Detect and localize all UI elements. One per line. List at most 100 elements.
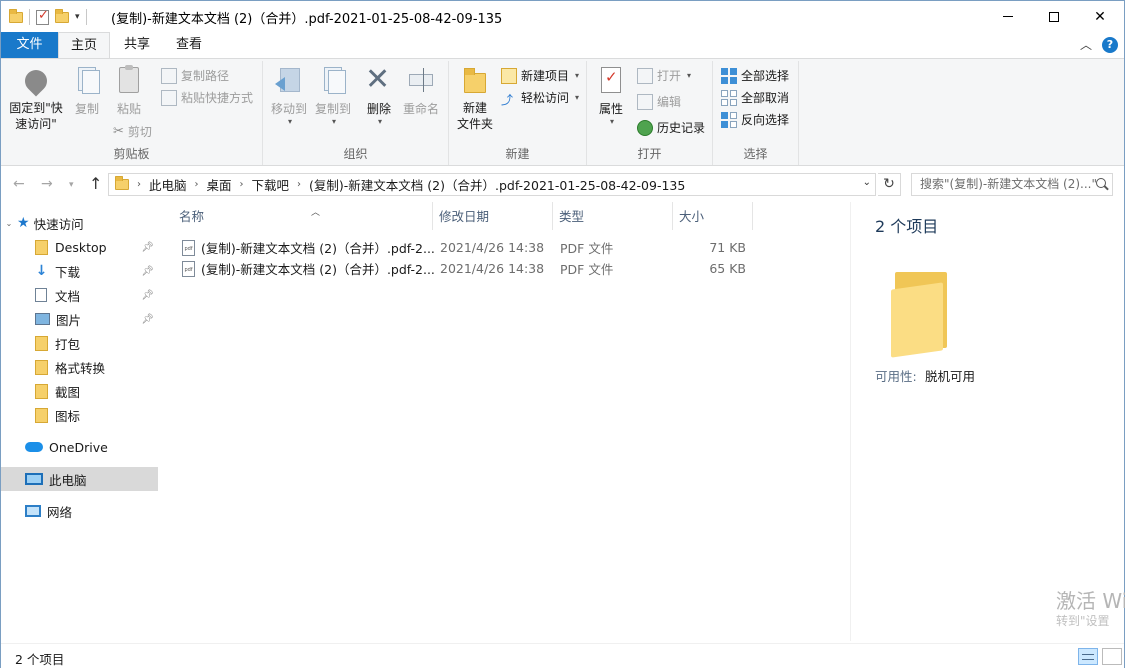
large-folder-icon [891, 272, 947, 358]
chevron-right-icon[interactable]: › [295, 179, 303, 190]
organize-group: 移动到 ▾ 复制到 ▾ ✕ 删除 ▾ 重命名 组织 [263, 61, 449, 165]
rename-button[interactable]: 重命名 [399, 65, 443, 117]
rename-label: 重命名 [402, 102, 439, 116]
nav-this-pc[interactable]: 此电脑 [1, 467, 158, 491]
back-arrow-icon[interactable]: ← [13, 176, 25, 192]
minimize-button[interactable] [985, 1, 1031, 32]
breadcrumb-downloads[interactable]: 下载吧 [246, 175, 296, 194]
help-icon[interactable]: ? [1102, 36, 1118, 53]
nav-onedrive[interactable]: OneDrive [1, 435, 158, 459]
move-to-label: 移动到 [270, 102, 307, 116]
chevron-right-icon[interactable]: › [193, 179, 201, 190]
folder-icon [35, 335, 48, 351]
breadcrumb-desktop[interactable]: 桌面 [201, 175, 238, 194]
new-folder-icon[interactable] [55, 8, 69, 23]
properties-icon[interactable] [36, 8, 49, 25]
search-input[interactable]: 搜索"(复制)-新建文本文档 (2)..." [911, 173, 1113, 196]
up-arrow-icon[interactable]: ↑ [89, 174, 102, 193]
column-header-type[interactable]: 类型 [553, 202, 673, 230]
rename-icon [409, 68, 433, 92]
chevron-down-icon[interactable]: ⌄ [1, 219, 17, 228]
file-name[interactable]: (复制)-新建文本文档 (2)（合并）.pdf-2... [201, 259, 439, 278]
tab-home[interactable]: 主页 [58, 32, 110, 59]
refresh-button[interactable]: ↻ [878, 173, 901, 196]
file-list: ︿ 名称 修改日期 类型 大小 pdf (复制)-新建文本文档 (2)（合并）.… [160, 202, 850, 641]
nav-network[interactable]: 网络 [1, 499, 158, 523]
column-header-date[interactable]: 修改日期 [433, 202, 553, 230]
close-button[interactable]: ✕ [1077, 1, 1123, 32]
breadcrumb-current-folder[interactable]: (复制)-新建文本文档 (2)（合并）.pdf-2021-01-25-08-42… [303, 175, 691, 194]
chevron-down-icon[interactable]: ⌄ [863, 177, 871, 188]
nav-item-icons[interactable]: 图标 [1, 403, 158, 427]
nav-item-desktop[interactable]: Desktop 📌︎ [1, 235, 158, 259]
select-group-label: 选择 [743, 147, 768, 161]
cut-button[interactable]: ✂ 剪切 [113, 122, 152, 142]
copy-to-button[interactable]: 复制到 ▾ [311, 65, 355, 126]
nav-item-dabao[interactable]: 打包 [1, 331, 158, 355]
address-bar[interactable]: › 此电脑 › 桌面 › 下载吧 › (复制)-新建文本文档 (2)（合并）.p… [108, 173, 876, 196]
breadcrumb-this-pc[interactable]: 此电脑 [143, 175, 193, 194]
copy-label: 复制 [74, 102, 99, 116]
easy-access-button[interactable]: ⤴ 轻松访问 ▾ [501, 88, 579, 108]
column-header-size[interactable]: 大小 [673, 202, 753, 230]
paste-shortcut-button[interactable]: 粘贴快捷方式 [161, 88, 253, 108]
new-folder-button[interactable]: 新建 文件夹 [451, 65, 499, 132]
select-all-button[interactable]: 全部选择 [721, 66, 789, 86]
folder-icon [35, 407, 48, 423]
delete-button[interactable]: ✕ 删除 ▾ [359, 65, 399, 127]
tab-file[interactable]: 文件 [1, 32, 58, 58]
details-pane: 2 个项目 可用性: 脱机可用 激活 Wi 转到"设置 [850, 202, 1125, 641]
large-icons-view-icon[interactable] [1102, 648, 1122, 665]
history-button[interactable]: 历史记录 [637, 118, 705, 138]
chevron-right-icon[interactable]: › [135, 179, 143, 190]
table-row[interactable]: pdf (复制)-新建文本文档 (2)（合并）.pdf-2... 2021/4/… [174, 237, 754, 258]
customize-toolbar-icon[interactable]: ▾ [75, 12, 80, 22]
move-to-button[interactable]: 移动到 ▾ [267, 65, 311, 126]
tab-share[interactable]: 共享 [113, 32, 161, 58]
details-title: 2 个项目 [875, 217, 939, 236]
details-view-icon[interactable] [1078, 648, 1098, 665]
properties-button[interactable]: 属性 ▾ [591, 65, 631, 126]
invert-selection-button[interactable]: 反向选择 [721, 110, 789, 130]
navigation-pane: ⌄ ★ 快速访问 Desktop 📌︎ ↓ 下载 📌︎ 文档 📌︎ 图片 📌︎ … [1, 202, 159, 641]
pictures-icon [35, 313, 50, 325]
select-none-label: 全部取消 [741, 91, 790, 105]
explorer-window: ▾ (复制)-新建文本文档 (2)（合并）.pdf-2021-01-25-08-… [0, 0, 1125, 668]
minimize-icon [1003, 16, 1013, 17]
recent-locations-icon[interactable]: ▾ [69, 180, 74, 190]
nav-item-format-convert[interactable]: 格式转换 [1, 355, 158, 379]
select-group: 全部选择 全部取消 反向选择 选择 [713, 61, 799, 165]
delete-label: 删除 [366, 102, 391, 116]
nav-item-screenshots[interactable]: 截图 [1, 379, 158, 403]
cut-label: 剪切 [127, 125, 152, 139]
nav-item-downloads[interactable]: ↓ 下载 📌︎ [1, 259, 158, 283]
column-header-name[interactable]: ︿ 名称 [173, 202, 433, 230]
nav-item-label: 下载 [55, 264, 81, 280]
search-placeholder: 搜索"(复制)-新建文本文档 (2)..." [920, 177, 1097, 191]
nav-item-label: Desktop [55, 239, 107, 255]
network-icon [25, 505, 41, 517]
paste-button[interactable]: 粘贴 [109, 65, 149, 117]
nav-quick-access[interactable]: ⌄ ★ 快速访问 [1, 211, 158, 235]
nav-quick-access-label: 快速访问 [33, 216, 84, 232]
nav-item-pictures[interactable]: 图片 📌︎ [1, 307, 158, 331]
collapse-ribbon-icon[interactable]: ︿ [1080, 36, 1092, 53]
new-item-button[interactable]: 新建项目 ▾ [501, 66, 579, 86]
tab-view[interactable]: 查看 [165, 32, 213, 58]
edit-label: 编辑 [657, 95, 682, 109]
new-item-label: 新建项目 [521, 69, 570, 83]
maximize-button[interactable] [1031, 1, 1077, 32]
copy-path-button[interactable]: 复制路径 [161, 66, 229, 86]
chevron-right-icon[interactable]: › [238, 179, 246, 190]
nav-item-documents[interactable]: 文档 📌︎ [1, 283, 158, 307]
pin-quick-access-button[interactable]: 固定到"快速访问" [5, 65, 67, 132]
select-none-button[interactable]: 全部取消 [721, 88, 789, 108]
table-row[interactable]: pdf (复制)-新建文本文档 (2)（合并）.pdf-2... 2021/4/… [174, 258, 754, 279]
folder-icon [115, 176, 129, 190]
edit-button[interactable]: 编辑 [637, 92, 681, 112]
copy-button[interactable]: 复制 [67, 65, 107, 117]
open-button[interactable]: 打开 ▾ [637, 66, 691, 86]
new-folder-icon [464, 68, 486, 93]
file-name[interactable]: (复制)-新建文本文档 (2)（合并）.pdf-2... [201, 238, 439, 257]
forward-arrow-icon[interactable]: → [41, 176, 53, 192]
